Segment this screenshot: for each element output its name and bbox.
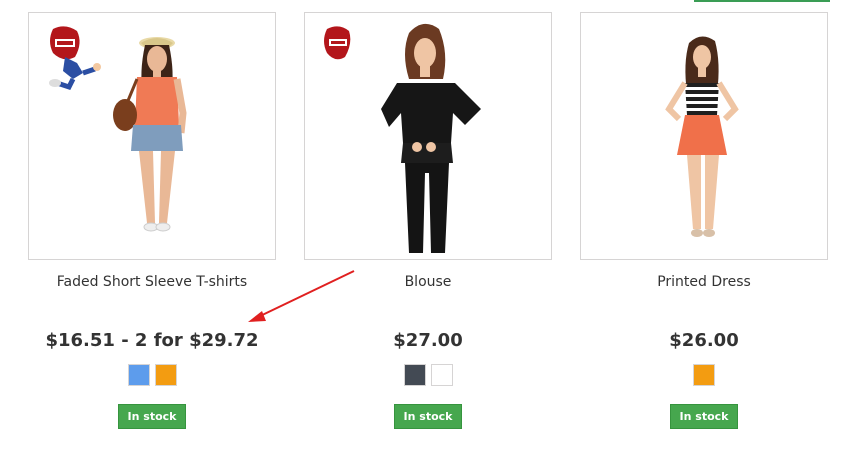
product-price: $27.00 [393, 330, 463, 351]
product-price: $26.00 [669, 330, 739, 351]
product-name[interactable]: Faded Short Sleeve T-shirts [28, 274, 276, 290]
stock-badge: In stock [304, 404, 552, 429]
stock-badge: In stock [580, 404, 828, 429]
product-card-blouse: Blouse $27.00 In stock [304, 12, 552, 429]
product-image-link[interactable] [28, 12, 276, 260]
color-swatch-dark-gray[interactable] [403, 364, 426, 386]
color-swatches [304, 364, 552, 386]
product-image-link[interactable] [580, 12, 828, 260]
color-swatch-blue[interactable] [127, 364, 150, 386]
color-swatch-orange[interactable] [154, 364, 177, 386]
top-accent-line [694, 0, 830, 2]
model-photo [665, 36, 739, 237]
model-photo [113, 37, 187, 232]
color-swatch-white[interactable] [430, 364, 453, 386]
model-photo [381, 23, 481, 253]
product-card-printed-dress: Printed Dress $26.00 In stock [580, 12, 828, 429]
product-name[interactable]: Blouse [304, 274, 552, 290]
color-swatches [28, 364, 276, 386]
color-swatch-orange[interactable] [693, 364, 715, 386]
stock-badge: In stock [28, 404, 276, 429]
product-card-faded-tshirt: Faded Short Sleeve T-shirts $16.51 - 2 f… [28, 12, 276, 429]
product-price: $16.51 - 2 for $29.72 [45, 330, 259, 351]
product-name[interactable]: Printed Dress [580, 274, 828, 290]
product-image-link[interactable] [304, 12, 552, 260]
color-swatches [580, 364, 828, 386]
